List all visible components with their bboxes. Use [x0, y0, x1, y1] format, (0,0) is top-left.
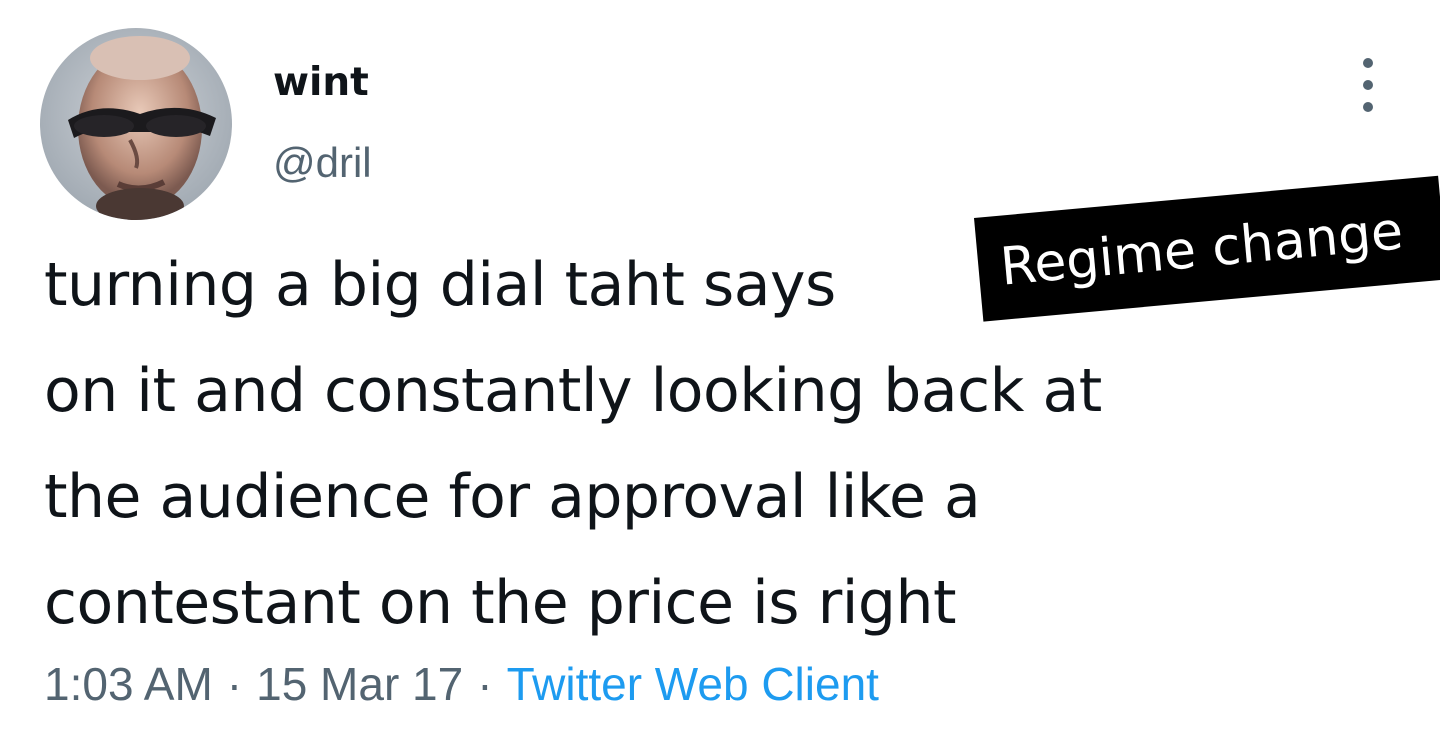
- more-options-button[interactable]: [1348, 58, 1388, 112]
- more-options-icon-dot: [1363, 80, 1373, 90]
- tweet-text-line: contestant on the price is right: [44, 568, 957, 638]
- tweet-source-link[interactable]: Twitter Web Client: [507, 658, 879, 710]
- tweet-meta: 1:03 AM · 15 Mar 17 · Twitter Web Client: [44, 654, 879, 714]
- author-avatar[interactable]: [40, 28, 232, 220]
- avatar-photo-icon: [40, 28, 232, 220]
- author-handle[interactable]: @dril: [273, 138, 372, 188]
- tweet-text-line: on it and constantly looking back at: [44, 356, 1102, 426]
- meta-separator: ·: [477, 658, 493, 710]
- tweet-text-line: the audience for approval like a: [44, 462, 981, 532]
- more-options-icon-dot: [1363, 102, 1373, 112]
- regime-change-sticker: Regime change: [974, 175, 1440, 322]
- meta-separator: ·: [226, 658, 243, 710]
- author-display-name[interactable]: wint: [273, 58, 369, 108]
- tweet-date[interactable]: 15 Mar 17: [256, 658, 463, 710]
- tweet-time[interactable]: 1:03 AM: [44, 658, 213, 710]
- more-options-icon: [1363, 58, 1373, 68]
